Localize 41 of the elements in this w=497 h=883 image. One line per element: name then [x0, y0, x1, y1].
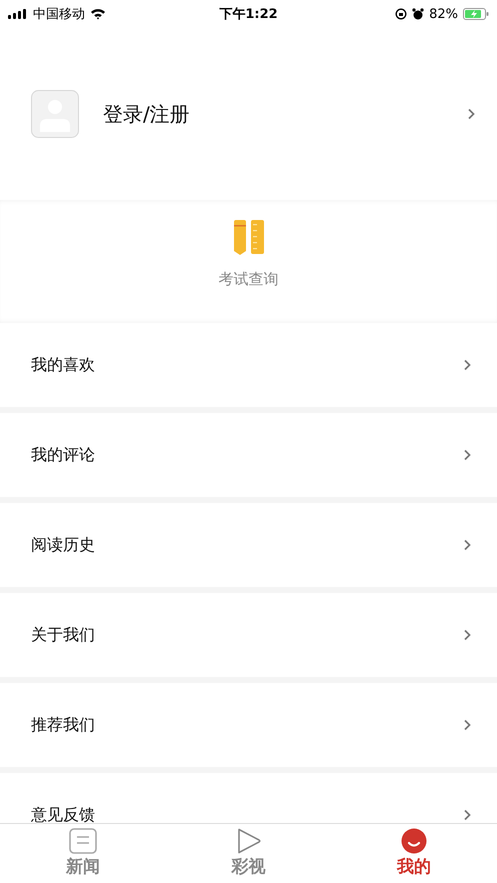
tab[interactable]: 新闻 — [0, 824, 166, 883]
rotation-lock-icon — [395, 8, 408, 20]
chevron-icon — [463, 359, 471, 371]
exam-query-label: 考试查询 — [218, 270, 278, 289]
menu-item[interactable]: 我的喜欢 — [0, 323, 497, 407]
chevron-icon — [467, 108, 475, 120]
menu-item[interactable]: 阅读历史 — [0, 503, 497, 587]
avatar-icon — [31, 90, 79, 138]
news-icon — [68, 828, 97, 854]
smile-icon — [400, 828, 428, 854]
menu-label: 我的评论 — [31, 444, 95, 466]
menu-label: 意见反馈 — [31, 804, 95, 823]
carrier-name: 中国移动 — [33, 6, 85, 23]
battery-icon — [463, 8, 489, 20]
menu-item[interactable]: 关于我们 — [0, 593, 497, 677]
alarm-icon — [412, 8, 424, 20]
chevron-icon — [463, 629, 471, 641]
menu-item[interactable]: 推荐我们 — [0, 683, 497, 767]
tab-label: 新闻 — [66, 856, 100, 878]
menu-label: 阅读历史 — [31, 534, 95, 556]
chevron-icon — [463, 539, 471, 551]
tab-label: 彩视 — [232, 856, 266, 878]
chevron-icon — [463, 449, 471, 461]
exam-query-card[interactable]: 考试查询 — [0, 200, 497, 323]
login-label: 登录/注册 — [103, 101, 191, 128]
tab-label: 我的 — [397, 856, 432, 878]
tab[interactable]: 我的 — [331, 824, 497, 883]
menu-label: 关于我们 — [31, 624, 95, 646]
menu-label: 推荐我们 — [31, 714, 95, 736]
tab[interactable]: 彩视 — [166, 824, 332, 883]
login-row[interactable]: 登录/注册 — [0, 28, 497, 200]
menu-item[interactable]: 我的评论 — [0, 413, 497, 497]
signal-icon — [8, 9, 28, 19]
menu-label: 我的喜欢 — [31, 354, 95, 376]
chevron-icon — [463, 719, 471, 731]
chevron-icon — [463, 809, 471, 821]
status-time: 下午1:22 — [219, 6, 278, 23]
menu-item[interactable]: 意见反馈 — [0, 773, 497, 823]
wifi-icon — [90, 8, 106, 20]
battery-percent: 82% — [429, 6, 458, 22]
pencil-ruler-icon — [234, 220, 264, 256]
